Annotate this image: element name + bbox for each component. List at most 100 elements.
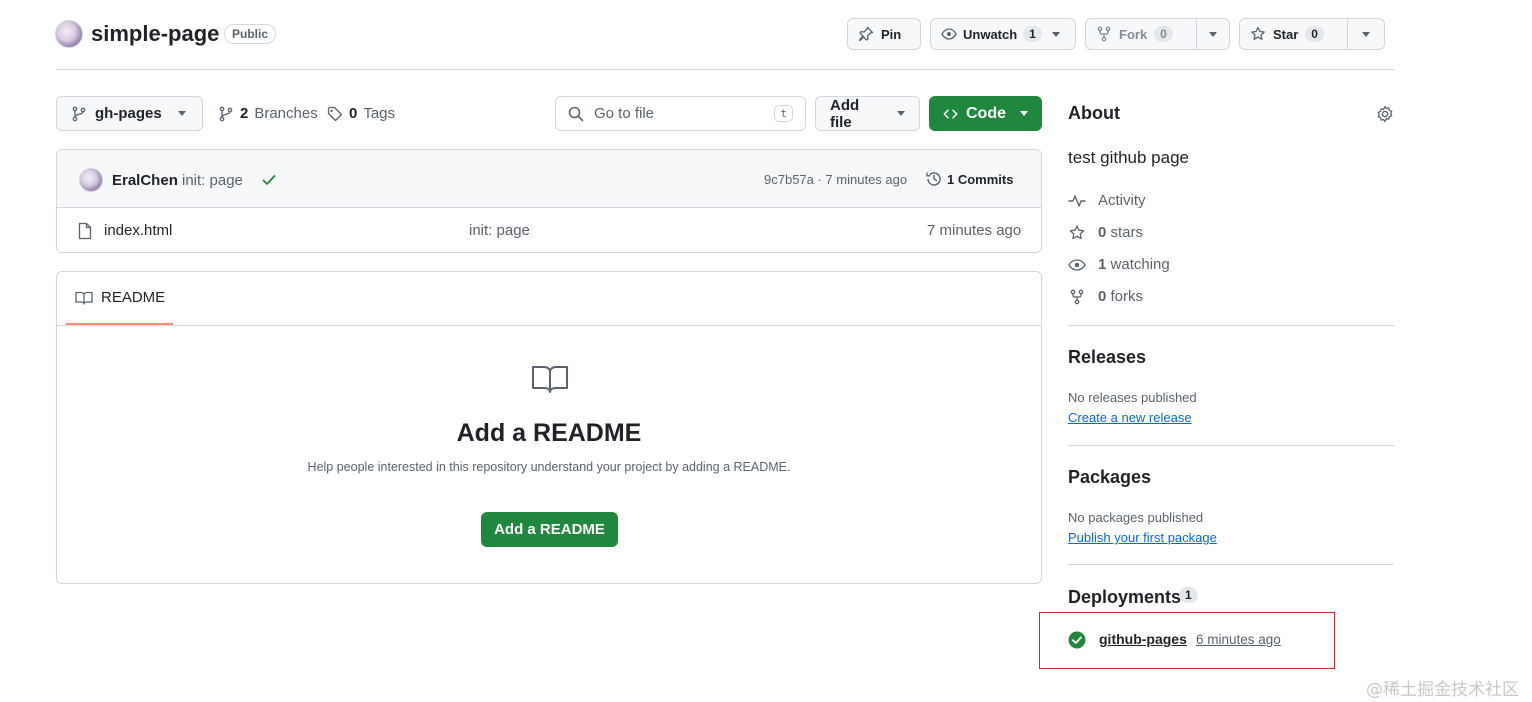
- tags-link[interactable]: 0 Tags: [327, 105, 395, 122]
- search-icon: [568, 106, 584, 121]
- code-button[interactable]: Code: [929, 96, 1042, 131]
- file-name[interactable]: index.html: [104, 222, 172, 239]
- chevron-down-icon[interactable]: [1362, 31, 1370, 37]
- activity-link[interactable]: Activity: [1068, 192, 1146, 209]
- branches-link[interactable]: 2 Branches: [218, 105, 318, 122]
- code-label: Code: [966, 104, 1006, 122]
- readme-tab[interactable]: README: [66, 272, 173, 325]
- stars-link[interactable]: 0 stars: [1068, 224, 1143, 241]
- file-commit-message[interactable]: init: page: [469, 222, 530, 239]
- deployments-heading[interactable]: Deployments: [1068, 587, 1181, 608]
- repo-name[interactable]: simple-page: [91, 21, 219, 47]
- sidebar-divider: [1068, 445, 1394, 446]
- stars-count: 0: [1098, 224, 1107, 241]
- fork-counter: 0: [1154, 26, 1173, 42]
- chevron-down-icon: [897, 111, 905, 116]
- book-icon: [75, 291, 93, 305]
- repo-description: test github page: [1068, 148, 1189, 167]
- forks-label: forks: [1110, 288, 1144, 305]
- readme-help-text: Help people interested in this repositor…: [307, 460, 791, 474]
- releases-heading[interactable]: Releases: [1068, 347, 1146, 368]
- readme-heading: Add a README: [456, 419, 642, 447]
- commit-message[interactable]: init: page: [182, 172, 243, 189]
- go-to-file-input[interactable]: Go to file t: [555, 96, 806, 131]
- history-icon: [926, 172, 941, 186]
- success-check-icon: [1068, 631, 1086, 649]
- watermark: @稀土掘金技术社区: [1366, 680, 1519, 700]
- pulse-icon: [1068, 194, 1086, 207]
- add-file-button[interactable]: Add file: [815, 96, 920, 131]
- activity-label: Activity: [1098, 192, 1146, 209]
- readme-tab-divider: [57, 325, 1041, 326]
- star-counter: 0: [1305, 26, 1324, 42]
- file-icon: [78, 222, 92, 240]
- packages-empty-text: No packages published: [1068, 510, 1204, 525]
- header-divider: [56, 69, 1394, 70]
- watch-counter: 1: [1023, 26, 1042, 42]
- about-heading: About: [1068, 103, 1120, 123]
- branches-count: 2: [240, 105, 249, 122]
- commit-author[interactable]: EralChen: [112, 172, 178, 189]
- file-time: 7 minutes ago: [927, 222, 1022, 239]
- eye-icon: [941, 28, 957, 40]
- gear-icon[interactable]: [1376, 105, 1394, 123]
- book-icon: [532, 366, 568, 393]
- forks-count: 0: [1098, 288, 1107, 305]
- tags-label: Tags: [363, 105, 396, 122]
- star-icon: [1251, 26, 1265, 40]
- chevron-down-icon[interactable]: [1209, 31, 1217, 37]
- file-browser: EralChen init: page 9c7b57a · 7 minutes …: [56, 149, 1042, 253]
- readme-panel: README Add a README Help people interest…: [56, 271, 1042, 584]
- branch-icon: [219, 106, 233, 121]
- releases-empty-text: No releases published: [1068, 390, 1197, 405]
- publish-package-link[interactable]: Publish your first package: [1068, 530, 1217, 545]
- add-file-label: Add file: [830, 96, 860, 131]
- keyboard-shortcut: t: [774, 105, 793, 122]
- branch-icon: [72, 106, 86, 121]
- chevron-down-icon[interactable]: [1051, 31, 1060, 37]
- forks-link[interactable]: 0 forks: [1068, 288, 1143, 305]
- create-release-link[interactable]: Create a new release: [1068, 410, 1192, 425]
- add-readme-button[interactable]: Add a README: [481, 512, 618, 547]
- code-icon: [943, 109, 958, 118]
- branch-select[interactable]: gh-pages: [56, 96, 203, 131]
- star-label: Star: [1273, 26, 1299, 42]
- check-icon[interactable]: [261, 172, 277, 188]
- search-placeholder: Go to file: [594, 105, 655, 122]
- deployment-time[interactable]: 6 minutes ago: [1196, 632, 1281, 647]
- tags-count: 0: [349, 105, 358, 122]
- latest-commit-bar: EralChen init: page 9c7b57a · 7 minutes …: [57, 150, 1041, 208]
- readme-tab-label: README: [101, 289, 166, 306]
- commits-link[interactable]: 1 Commits: [947, 172, 1013, 187]
- sidebar-divider: [1068, 325, 1394, 326]
- star-icon: [1069, 224, 1085, 239]
- unwatch-button[interactable]: Unwatch 1: [930, 18, 1076, 50]
- visibility-badge: Public: [224, 24, 277, 44]
- fork-icon: [1070, 289, 1084, 304]
- deployment-env-link[interactable]: github-pages: [1099, 631, 1187, 647]
- file-row[interactable]: index.html init: page 7 minutes ago: [57, 208, 1041, 252]
- tag-icon: [327, 106, 343, 121]
- eye-icon: [1068, 258, 1086, 271]
- watchers-link[interactable]: 1 watching: [1068, 256, 1170, 273]
- commit-meta[interactable]: 9c7b57a · 7 minutes ago: [764, 172, 907, 187]
- sidebar-divider: [1068, 564, 1394, 565]
- owner-avatar[interactable]: [55, 20, 83, 48]
- branches-label: Branches: [254, 105, 318, 122]
- chevron-down-icon: [1020, 111, 1028, 116]
- watching-label: watching: [1110, 256, 1170, 273]
- unwatch-label: Unwatch: [963, 26, 1018, 42]
- pin-icon: [858, 26, 874, 42]
- pin-button[interactable]: Pin: [847, 18, 921, 50]
- fork-label: Fork: [1119, 26, 1148, 42]
- fork-button[interactable]: Fork 0: [1085, 18, 1230, 50]
- star-button[interactable]: Star 0: [1239, 18, 1385, 50]
- pin-label: Pin: [881, 26, 902, 42]
- fork-icon: [1097, 26, 1111, 42]
- commit-author-avatar[interactable]: [79, 168, 103, 192]
- chevron-down-icon: [177, 111, 186, 116]
- packages-heading[interactable]: Packages: [1068, 467, 1151, 488]
- stars-label: stars: [1110, 224, 1144, 241]
- deployments-counter: 1: [1179, 587, 1198, 603]
- watching-count: 1: [1098, 256, 1107, 273]
